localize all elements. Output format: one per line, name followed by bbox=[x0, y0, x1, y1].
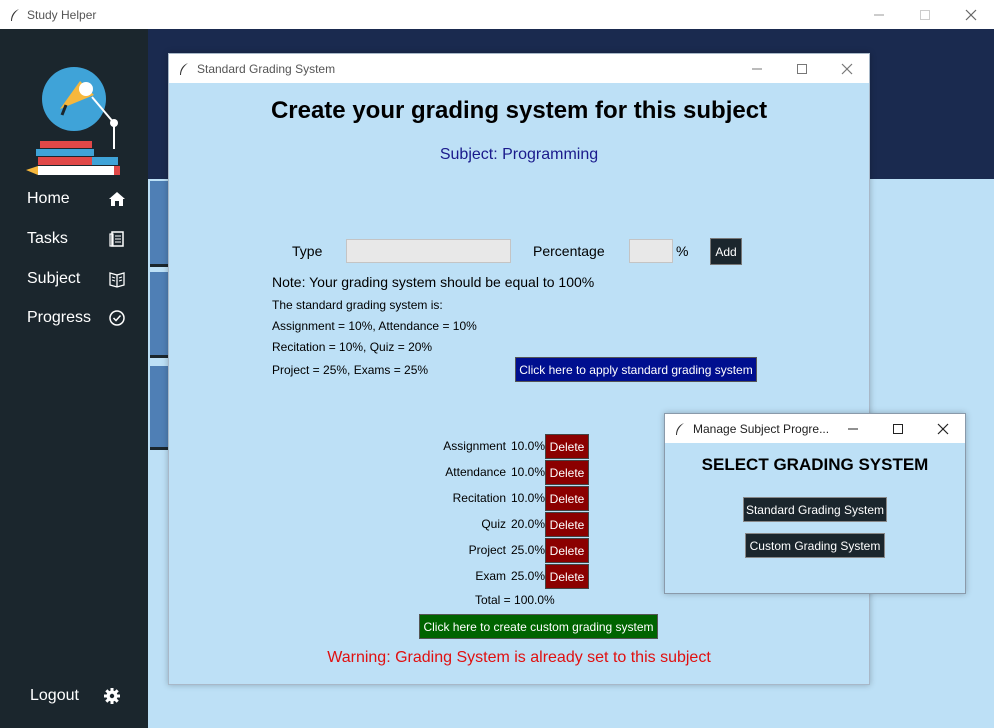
standard-line: Recitation = 10%, Quiz = 20% bbox=[272, 340, 433, 354]
maximize-button[interactable] bbox=[875, 414, 920, 443]
grade-name: Recitation bbox=[452, 491, 506, 505]
percentage-label: Percentage bbox=[533, 243, 605, 259]
grade-value: 25.0% bbox=[511, 569, 546, 583]
subject-card[interactable] bbox=[150, 272, 170, 358]
minimize-button[interactable] bbox=[830, 414, 875, 443]
percentage-input[interactable] bbox=[629, 239, 673, 263]
delete-button[interactable]: Delete bbox=[545, 434, 589, 459]
maximize-button[interactable] bbox=[902, 0, 948, 29]
standard-grading-titlebar: Standard Grading System bbox=[169, 54, 869, 83]
custom-grading-button[interactable]: Custom Grading System bbox=[745, 533, 885, 558]
book-icon bbox=[107, 269, 127, 289]
delete-button[interactable]: Delete bbox=[545, 564, 589, 589]
close-button[interactable] bbox=[920, 414, 965, 443]
logout-button[interactable]: Logout bbox=[30, 684, 122, 708]
grade-name: Project bbox=[468, 543, 506, 557]
manage-titlebar: Manage Subject Progre... bbox=[665, 414, 965, 443]
percent-sign: % bbox=[676, 243, 689, 259]
logout-label: Logout bbox=[30, 687, 79, 704]
grade-value: 10.0% bbox=[511, 439, 546, 453]
delete-button[interactable]: Delete bbox=[545, 486, 589, 511]
minimize-icon bbox=[874, 14, 884, 15]
manage-subject-progress-window: Manage Subject Progre... SELECT GRADING … bbox=[664, 413, 966, 594]
window-title: Standard Grading System bbox=[197, 61, 336, 76]
subject-card[interactable] bbox=[150, 366, 170, 450]
apply-standard-button[interactable]: Click here to apply standard grading sys… bbox=[515, 357, 757, 382]
close-icon bbox=[965, 9, 977, 20]
note-text: Note: Your grading system should be equa… bbox=[272, 274, 595, 290]
sidebar-item-subject[interactable]: Subject bbox=[27, 267, 127, 291]
type-label: Type bbox=[292, 243, 323, 259]
standard-grading-button[interactable]: Standard Grading System bbox=[743, 497, 887, 522]
subject-card[interactable] bbox=[150, 181, 170, 267]
close-icon bbox=[841, 63, 852, 74]
grade-name: Assignment bbox=[443, 439, 506, 453]
grade-value: 20.0% bbox=[511, 517, 546, 531]
warning-text: Warning: Grading System is already set t… bbox=[327, 649, 711, 666]
check-circle-icon bbox=[107, 308, 127, 328]
sidebar-item-label: Home bbox=[27, 190, 70, 207]
minimize-button[interactable] bbox=[856, 0, 902, 29]
gear-icon bbox=[102, 686, 122, 706]
home-icon bbox=[107, 189, 127, 209]
feather-icon bbox=[180, 62, 188, 75]
maximize-icon bbox=[796, 63, 807, 74]
sidebar-item-label: Subject bbox=[27, 270, 81, 287]
select-grading-heading: SELECT GRADING SYSTEM bbox=[701, 455, 929, 474]
study-helper-logo bbox=[26, 67, 120, 175]
total-label: Total = 100.0% bbox=[475, 593, 555, 607]
page-title: Create your grading system for this subj… bbox=[270, 97, 768, 124]
delete-button[interactable]: Delete bbox=[545, 460, 589, 485]
subject-label: Subject: Programming bbox=[439, 146, 599, 163]
close-button[interactable] bbox=[948, 0, 994, 29]
sidebar-item-tasks[interactable]: Tasks bbox=[27, 227, 127, 251]
maximize-icon bbox=[920, 9, 930, 20]
minimize-icon bbox=[751, 68, 762, 69]
type-input[interactable] bbox=[346, 239, 511, 263]
create-custom-button[interactable]: Click here to create custom grading syst… bbox=[419, 614, 658, 639]
close-icon bbox=[937, 423, 948, 434]
feather-icon bbox=[676, 422, 684, 435]
grade-value: 25.0% bbox=[511, 543, 546, 557]
minimize-icon bbox=[847, 428, 858, 429]
sidebar: Home Tasks Subject Progress Logout bbox=[0, 29, 148, 728]
grade-name: Quiz bbox=[481, 517, 506, 531]
standard-line: Project = 25%, Exams = 25% bbox=[272, 363, 429, 377]
window-title: Manage Subject Progre... bbox=[693, 421, 830, 436]
minimize-button[interactable] bbox=[734, 54, 779, 83]
grade-value: 10.0% bbox=[511, 465, 546, 479]
main-titlebar: Study Helper bbox=[0, 0, 994, 29]
sidebar-item-label: Tasks bbox=[27, 230, 68, 247]
sidebar-item-label: Progress bbox=[27, 309, 92, 326]
close-button[interactable] bbox=[824, 54, 869, 83]
maximize-icon bbox=[892, 423, 903, 434]
feather-icon bbox=[11, 8, 19, 21]
delete-button[interactable]: Delete bbox=[545, 538, 589, 563]
add-button[interactable]: Add bbox=[710, 238, 742, 265]
standard-intro: The standard grading system is: bbox=[272, 298, 443, 312]
grade-name: Exam bbox=[475, 569, 506, 583]
sidebar-item-progress[interactable]: Progress bbox=[27, 306, 127, 330]
app-title: Study Helper bbox=[27, 7, 97, 22]
delete-button[interactable]: Delete bbox=[545, 512, 589, 537]
grade-value: 10.0% bbox=[511, 491, 546, 505]
tasks-icon bbox=[107, 229, 127, 249]
maximize-button[interactable] bbox=[779, 54, 824, 83]
grade-name: Attendance bbox=[445, 465, 506, 479]
standard-line: Assignment = 10%, Attendance = 10% bbox=[272, 319, 477, 333]
sidebar-item-home[interactable]: Home bbox=[27, 187, 127, 211]
